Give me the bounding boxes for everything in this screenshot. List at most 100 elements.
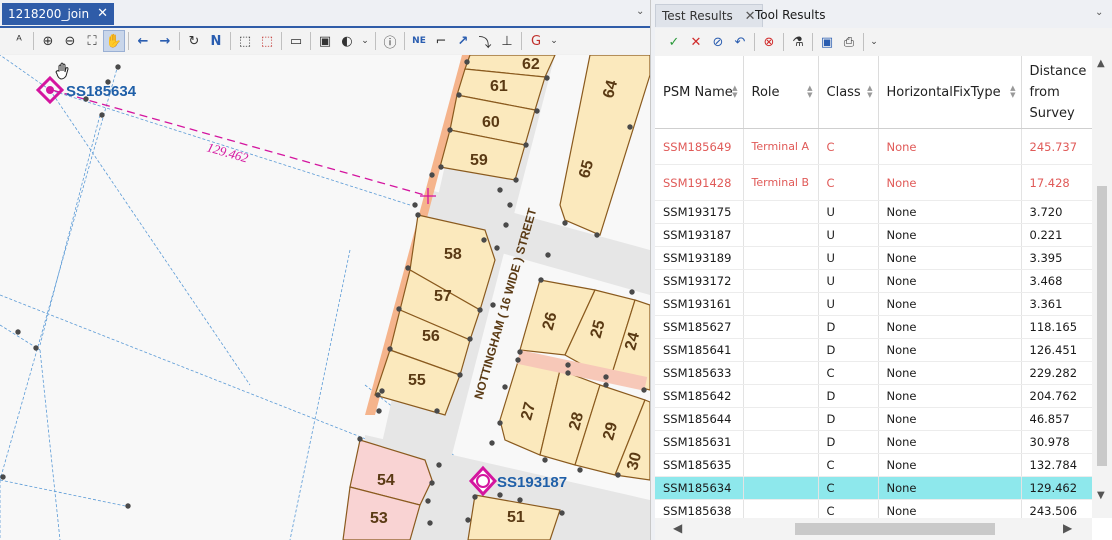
coordinate-icon[interactable]: NE [408, 30, 430, 52]
column-header-role[interactable]: Role ▲ ▼ [743, 56, 819, 129]
table-row[interactable]: SSM185635 C None 132.784 [655, 453, 1092, 477]
find-icon[interactable]: ᴬ [8, 30, 30, 52]
column-header-psm-name[interactable]: PSM Name ▲ ▼ [655, 56, 744, 129]
offset-icon[interactable]: ⌐ [430, 30, 452, 52]
table-row[interactable]: SSM185649 Terminal A C None 245.737 [655, 128, 1092, 165]
scroll-down-icon[interactable]: ▼ [1097, 490, 1105, 501]
table-row[interactable]: SSM193172 U None 3.468 [655, 269, 1092, 293]
tab-tool-results[interactable]: Tool Results [749, 4, 831, 26]
toolbar-separator [281, 32, 282, 50]
cell-role [743, 200, 819, 224]
forward-arrow-icon[interactable]: → [154, 30, 176, 52]
table-row[interactable]: SSM193187 U None 0.221 [655, 223, 1092, 247]
cell-class: D [818, 315, 879, 339]
cell-horizontal-fix-type: None [878, 384, 1022, 408]
toolbar-separator [521, 32, 522, 50]
arc-icon[interactable]: ⤵ [474, 30, 496, 52]
toolbar-separator [230, 32, 231, 50]
north-arrow-icon[interactable]: N [205, 30, 227, 52]
table-row[interactable]: SSM193161 U None 3.361 [655, 292, 1092, 316]
chevron-down-icon[interactable]: ⌄ [867, 31, 881, 53]
zoom-out-icon[interactable]: ⊖ [59, 30, 81, 52]
cell-psm-name: SSM193172 [655, 269, 744, 293]
info-icon[interactable]: ⓘ [379, 30, 401, 52]
layers-icon[interactable]: ▣ [314, 30, 336, 52]
select-icon[interactable]: ⬚ [234, 30, 256, 52]
chevron-down-icon[interactable]: ⌄ [547, 30, 561, 52]
lot-number: 59 [470, 152, 488, 169]
map-drawing[interactable]: 62 61 60 59 64 65 58 57 56 55 26 25 24 2… [0, 55, 650, 540]
cell-distance: 0.221 [1021, 223, 1092, 247]
zoom-in-icon[interactable]: ⊕ [37, 30, 59, 52]
map-canvas[interactable]: 62 61 60 59 64 65 58 57 56 55 26 25 24 2… [0, 55, 650, 540]
print-icon[interactable]: ⎙ [838, 31, 860, 53]
scrollbar-thumb[interactable] [1097, 186, 1107, 466]
ignore-icon[interactable]: ⊘ [707, 31, 729, 53]
cell-class: C [818, 361, 879, 385]
column-header-horizontal-fix-type[interactable]: HorizontalFixType ▲ ▼ [878, 56, 1022, 129]
chevron-down-icon[interactable]: ⌄ [358, 30, 372, 52]
map-pane: 1218200_join ✕ ⌄ ᴬ ⊕ ⊖ ⛶ ✋ ← → ↻ N ⬚ ⬚ ▭… [0, 0, 651, 540]
cell-role [743, 361, 819, 385]
cell-distance: 3.468 [1021, 269, 1092, 293]
cell-role [743, 338, 819, 362]
column-header-distance[interactable]: Distance from Survey [1021, 56, 1092, 129]
cell-horizontal-fix-type: None [878, 292, 1022, 316]
cell-psm-name: SSM185642 [655, 384, 744, 408]
display-icon[interactable]: ◐ [336, 30, 358, 52]
zoom-extent-icon[interactable]: ⛶ [81, 30, 103, 52]
document-tab[interactable]: 1218200_join ✕ [2, 3, 114, 25]
table-row[interactable]: SSM185641 D None 126.451 [655, 338, 1092, 362]
close-icon[interactable]: ✕ [97, 3, 108, 25]
table-row[interactable]: SSM185627 D None 118.165 [655, 315, 1092, 339]
chevron-down-icon[interactable]: ⌄ [1095, 7, 1103, 18]
save-icon[interactable]: ▣ [816, 31, 838, 53]
toolbar-separator [754, 33, 755, 51]
undo-icon[interactable]: ↶ [729, 31, 751, 53]
table-row[interactable]: SSM193189 U None 3.395 [655, 246, 1092, 270]
column-header-class[interactable]: Class ▲ ▼ [818, 56, 879, 129]
delete-results-icon[interactable]: ⊗ [758, 31, 780, 53]
table-row[interactable]: SSM193175 U None 3.720 [655, 200, 1092, 224]
lot-number: 51 [507, 509, 525, 526]
scroll-left-icon[interactable]: ◀ [673, 521, 682, 535]
table-row[interactable]: SSM185631 D None 30.978 [655, 430, 1092, 454]
table-row[interactable]: SSM185634 C None 129.462 [655, 476, 1092, 500]
cell-distance: 3.720 [1021, 200, 1092, 224]
horizontal-scrollbar[interactable]: ◀ ▶ [655, 518, 1092, 540]
rotate-icon[interactable]: ↻ [183, 30, 205, 52]
check-icon[interactable]: ✓ [663, 31, 685, 53]
clear-filter-icon[interactable]: ⚗ [787, 31, 809, 53]
measure-icon[interactable]: ▭ [285, 30, 307, 52]
table-row[interactable]: SSM191428 Terminal B C None 17.428 [655, 164, 1092, 201]
cell-distance: 118.165 [1021, 315, 1092, 339]
column-header-label: PSM Name [663, 84, 733, 100]
line-icon[interactable]: ↗ [452, 30, 474, 52]
table-row[interactable]: SSM185644 D None 46.857 [655, 407, 1092, 431]
results-table[interactable]: PSM Name ▲ ▼ Role ▲ ▼ Class ▲ ▼ HorizontalFixT… [655, 56, 1092, 518]
table-row[interactable]: SSM185638 C None 243.506 [655, 499, 1092, 518]
cell-class: U [818, 223, 879, 247]
toolbar-separator [783, 33, 784, 51]
cell-role [743, 407, 819, 431]
table-row[interactable]: SSM185642 D None 204.762 [655, 384, 1092, 408]
scroll-right-icon[interactable]: ▶ [1063, 521, 1072, 535]
survey-point-ss185634[interactable]: SS185634 [35, 75, 137, 105]
pan-hand-icon[interactable]: ✋ [103, 30, 125, 52]
lot-number: 57 [434, 288, 452, 305]
chevron-down-icon[interactable]: ⌄ [636, 6, 644, 17]
cell-role [743, 384, 819, 408]
table-row[interactable]: SSM185633 C None 229.282 [655, 361, 1092, 385]
cell-psm-name: SSM185644 [655, 407, 744, 431]
geometry-icon[interactable]: G [525, 30, 547, 52]
tab-test-results[interactable]: Test Results ✕ [655, 4, 763, 27]
cross-icon[interactable]: ✕ [685, 31, 707, 53]
toolbar-separator [33, 32, 34, 50]
vertical-scrollbar[interactable]: ▲ ▼ [1092, 56, 1112, 518]
clear-selection-icon[interactable]: ⬚ [256, 30, 278, 52]
back-arrow-icon[interactable]: ← [132, 30, 154, 52]
cell-psm-name: SSM185635 [655, 453, 744, 477]
scrollbar-thumb[interactable] [795, 523, 995, 535]
scroll-up-icon[interactable]: ▲ [1097, 58, 1105, 69]
perpendicular-icon[interactable]: ⊥ [496, 30, 518, 52]
